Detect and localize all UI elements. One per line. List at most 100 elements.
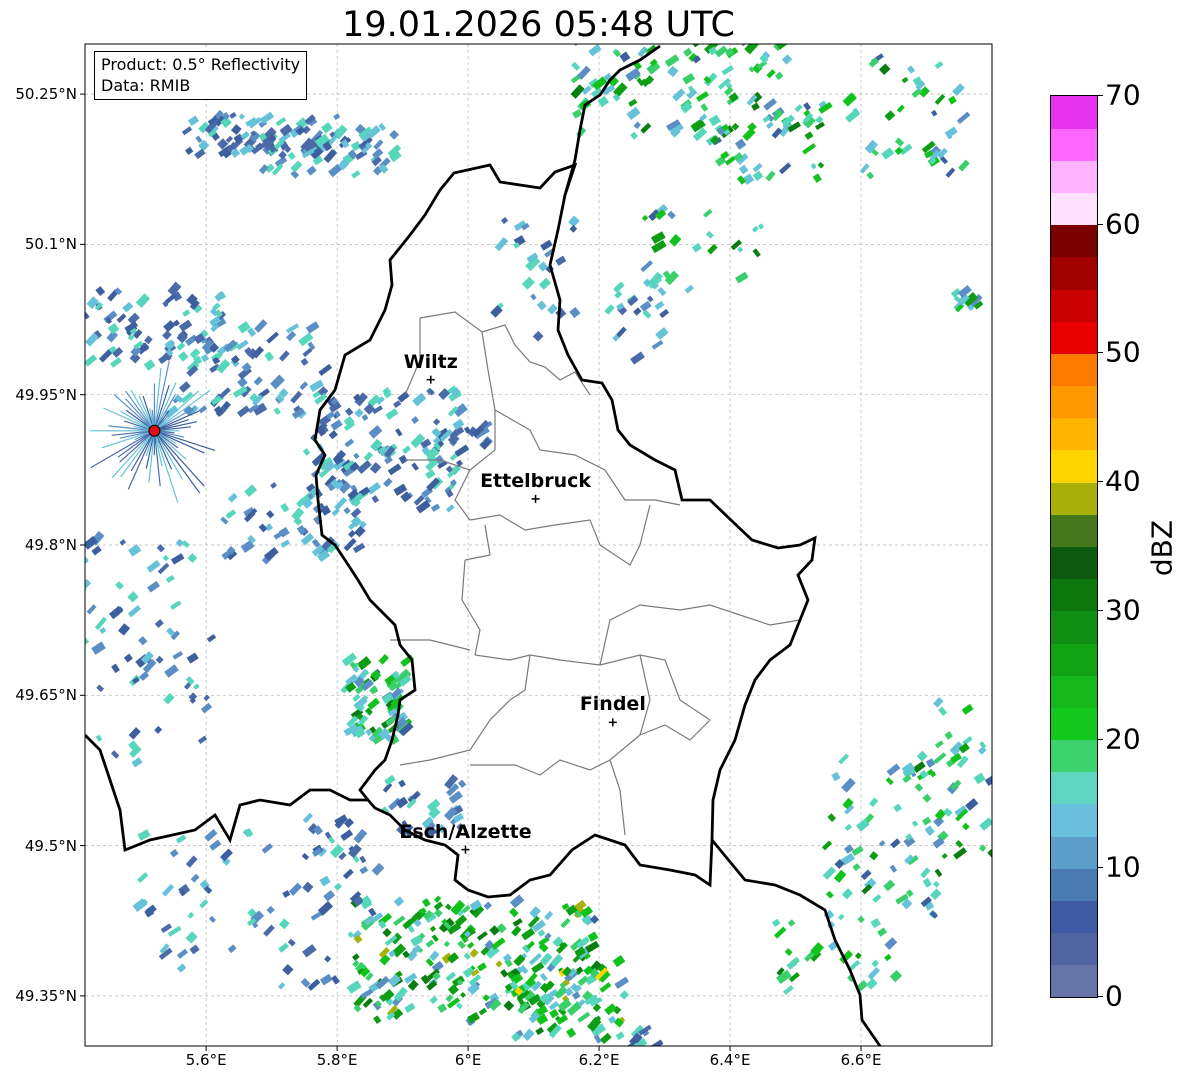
echo-cell (944, 731, 953, 740)
echo-cell (916, 750, 928, 762)
echo-cell (111, 663, 120, 674)
echo-cell (411, 462, 419, 471)
echo-cell (774, 71, 784, 81)
echo-cell (482, 994, 490, 1002)
echo-cell (110, 357, 122, 368)
echo-cell (96, 684, 105, 693)
echo-cell (363, 451, 374, 462)
echo-cell (857, 915, 865, 924)
echo-cell (641, 214, 649, 222)
echo-cell (444, 903, 452, 911)
echo-cell (162, 554, 169, 562)
colorbar-unit-label: dBZ (1145, 519, 1179, 577)
echo-cell (503, 1000, 515, 1012)
echo-cell (812, 173, 822, 183)
echo-cell (447, 984, 459, 996)
echo-cell (421, 898, 431, 908)
echo-cell (452, 418, 465, 430)
echo-cell (437, 1003, 448, 1013)
echo-cell (397, 391, 410, 403)
echo-cell (885, 777, 894, 786)
echo-cell (920, 867, 931, 879)
echo-cell (804, 131, 814, 140)
echo-cell (340, 829, 354, 841)
colorbar-segment (1051, 964, 1097, 998)
echo-cell (155, 655, 164, 664)
colorbar-tick-label: 40 (1105, 464, 1141, 498)
echo-cell (572, 44, 582, 46)
echo-cell (924, 825, 935, 836)
echo-cell (871, 959, 880, 968)
echo-cell (190, 873, 200, 883)
echo-cell (934, 94, 946, 105)
echo-cell (721, 65, 734, 76)
colorbar-tick-label: 0 (1105, 979, 1123, 1013)
colorbar-tick-label: 30 (1105, 593, 1141, 627)
lon-label: 6.6°E (840, 1051, 882, 1069)
echo-cell (94, 616, 108, 631)
echo-cell (91, 545, 102, 556)
echo-cell (282, 963, 294, 976)
echo-cell (261, 843, 273, 854)
colorbar-tick (1097, 481, 1103, 483)
echo-cell (286, 330, 297, 342)
echo-cell (99, 627, 107, 634)
echo-cell (569, 306, 581, 319)
clutter-spoke (90, 430, 155, 469)
echo-cell (334, 497, 348, 511)
echo-cell (752, 162, 763, 173)
echo-cell (185, 855, 198, 868)
echo-cell (751, 102, 760, 111)
echo-cell (366, 481, 382, 495)
echo-cell (860, 869, 872, 881)
echo-cell (342, 868, 354, 880)
echo-cell (302, 812, 313, 824)
echo-cell (696, 91, 710, 102)
echo-cell (156, 544, 165, 553)
echo-cell (301, 852, 310, 861)
echo-cell (537, 929, 546, 937)
echo-cell (347, 931, 354, 938)
echo-cell (672, 88, 686, 102)
echo-cell (270, 374, 285, 390)
echo-cell (278, 350, 290, 362)
echo-cell (123, 653, 133, 663)
echo-cell (530, 293, 537, 301)
echo-cell (86, 604, 97, 615)
echo-cell (412, 392, 427, 407)
echo-cell (411, 416, 419, 424)
colorbar-tick (1097, 996, 1103, 997)
echo-cell (429, 925, 437, 933)
echo-cell (135, 293, 151, 308)
echo-cell (95, 286, 106, 297)
echo-cell (277, 982, 286, 990)
echo-cell (402, 445, 411, 454)
echo-cell (572, 108, 583, 119)
echo-cell (766, 69, 776, 79)
echo-cell (500, 217, 509, 225)
echo-cell (735, 271, 749, 284)
product-info-box: Product: 0.5° Reflectivity Data: RMIB (94, 51, 308, 100)
echo-cell (934, 868, 943, 878)
echo-cell (612, 954, 626, 968)
echo-cell (889, 969, 903, 983)
lon-label: 5.6°E (185, 1051, 227, 1069)
colorbar-tick (1097, 609, 1103, 611)
lat-label: 49.5°N (24, 836, 77, 855)
echo-cell (127, 591, 139, 603)
echo-cell (633, 121, 641, 130)
echo-cell (922, 816, 932, 826)
echo-cell (302, 448, 311, 456)
echo-cell (758, 223, 765, 230)
echo-cell (457, 779, 467, 789)
echo-cell (961, 703, 974, 715)
echo-cell (181, 126, 193, 136)
colorbar-tick-label: 20 (1105, 722, 1141, 756)
echo-cell (209, 839, 222, 851)
echo-cell (459, 991, 466, 998)
echo-cell (344, 407, 354, 416)
echo-cell (164, 664, 179, 678)
echo-cell (351, 953, 360, 961)
echo-cell (300, 357, 309, 366)
echo-cell (639, 300, 652, 312)
